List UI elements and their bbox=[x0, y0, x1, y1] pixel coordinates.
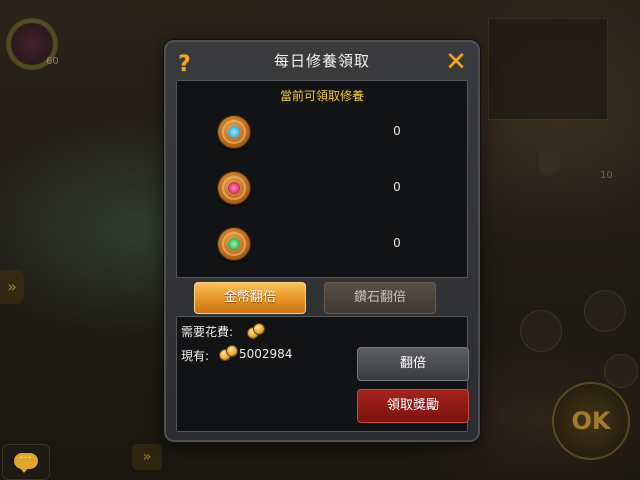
ruby-emblem-icon bbox=[217, 171, 251, 205]
reward-row: 0 bbox=[177, 115, 467, 155]
owned-amount: 5002984 bbox=[239, 347, 293, 361]
gold-coin-icon bbox=[217, 345, 239, 361]
item-counter: 10 bbox=[600, 170, 613, 181]
double-button[interactable]: 翻倍 bbox=[357, 347, 469, 381]
skill-button[interactable] bbox=[584, 290, 626, 332]
minimap[interactable] bbox=[488, 18, 608, 120]
required-cost-label: 需要花費: bbox=[181, 325, 234, 339]
daily-cultivation-dialog: ? 每日修養領取 ✕ 當前可領取修養 0 0 0 金幣翻倍 鑽石翻倍 需要花費: bbox=[164, 40, 480, 442]
skill-button[interactable] bbox=[520, 310, 562, 352]
skip-button[interactable]: » bbox=[132, 444, 162, 470]
rewards-panel: 當前可領取修養 0 0 0 bbox=[176, 80, 468, 278]
reward-row: 0 bbox=[177, 171, 467, 211]
reward-value: 0 bbox=[393, 180, 401, 194]
close-icon[interactable]: ✕ bbox=[444, 49, 468, 75]
tab-diamond-double[interactable]: 鑽石翻倍 bbox=[324, 282, 436, 314]
reward-value: 0 bbox=[393, 236, 401, 250]
gold-coin-icon bbox=[245, 323, 267, 339]
rewards-header: 當前可領取修養 bbox=[279, 89, 364, 103]
chat-bubble-tail bbox=[19, 467, 29, 473]
claim-reward-button[interactable]: 領取獎勵 bbox=[357, 389, 469, 423]
owned-label: 現有: bbox=[181, 349, 210, 363]
shield-icon[interactable] bbox=[538, 152, 560, 176]
skill-button[interactable] bbox=[604, 354, 638, 388]
gem-icon bbox=[228, 182, 240, 194]
player-level: 60 bbox=[46, 56, 59, 67]
gem-icon bbox=[228, 238, 240, 250]
cost-panel: 需要花費: 現有: 5002984 翻倍 領取獎勵 bbox=[176, 316, 469, 432]
gem-icon bbox=[228, 126, 240, 138]
ok-button[interactable]: OK bbox=[552, 382, 630, 460]
heart-emblem-icon bbox=[217, 115, 251, 149]
tab-gold-double[interactable]: 金幣翻倍 bbox=[194, 282, 306, 314]
reward-value: 0 bbox=[393, 124, 401, 138]
reward-row: 0 bbox=[177, 227, 467, 267]
fast-forward-icon[interactable]: » bbox=[0, 270, 24, 304]
emerald-emblem-icon bbox=[217, 227, 251, 261]
dialog-title: 每日修養領取 bbox=[273, 52, 370, 70]
chat-button[interactable]: ··· bbox=[2, 444, 50, 480]
